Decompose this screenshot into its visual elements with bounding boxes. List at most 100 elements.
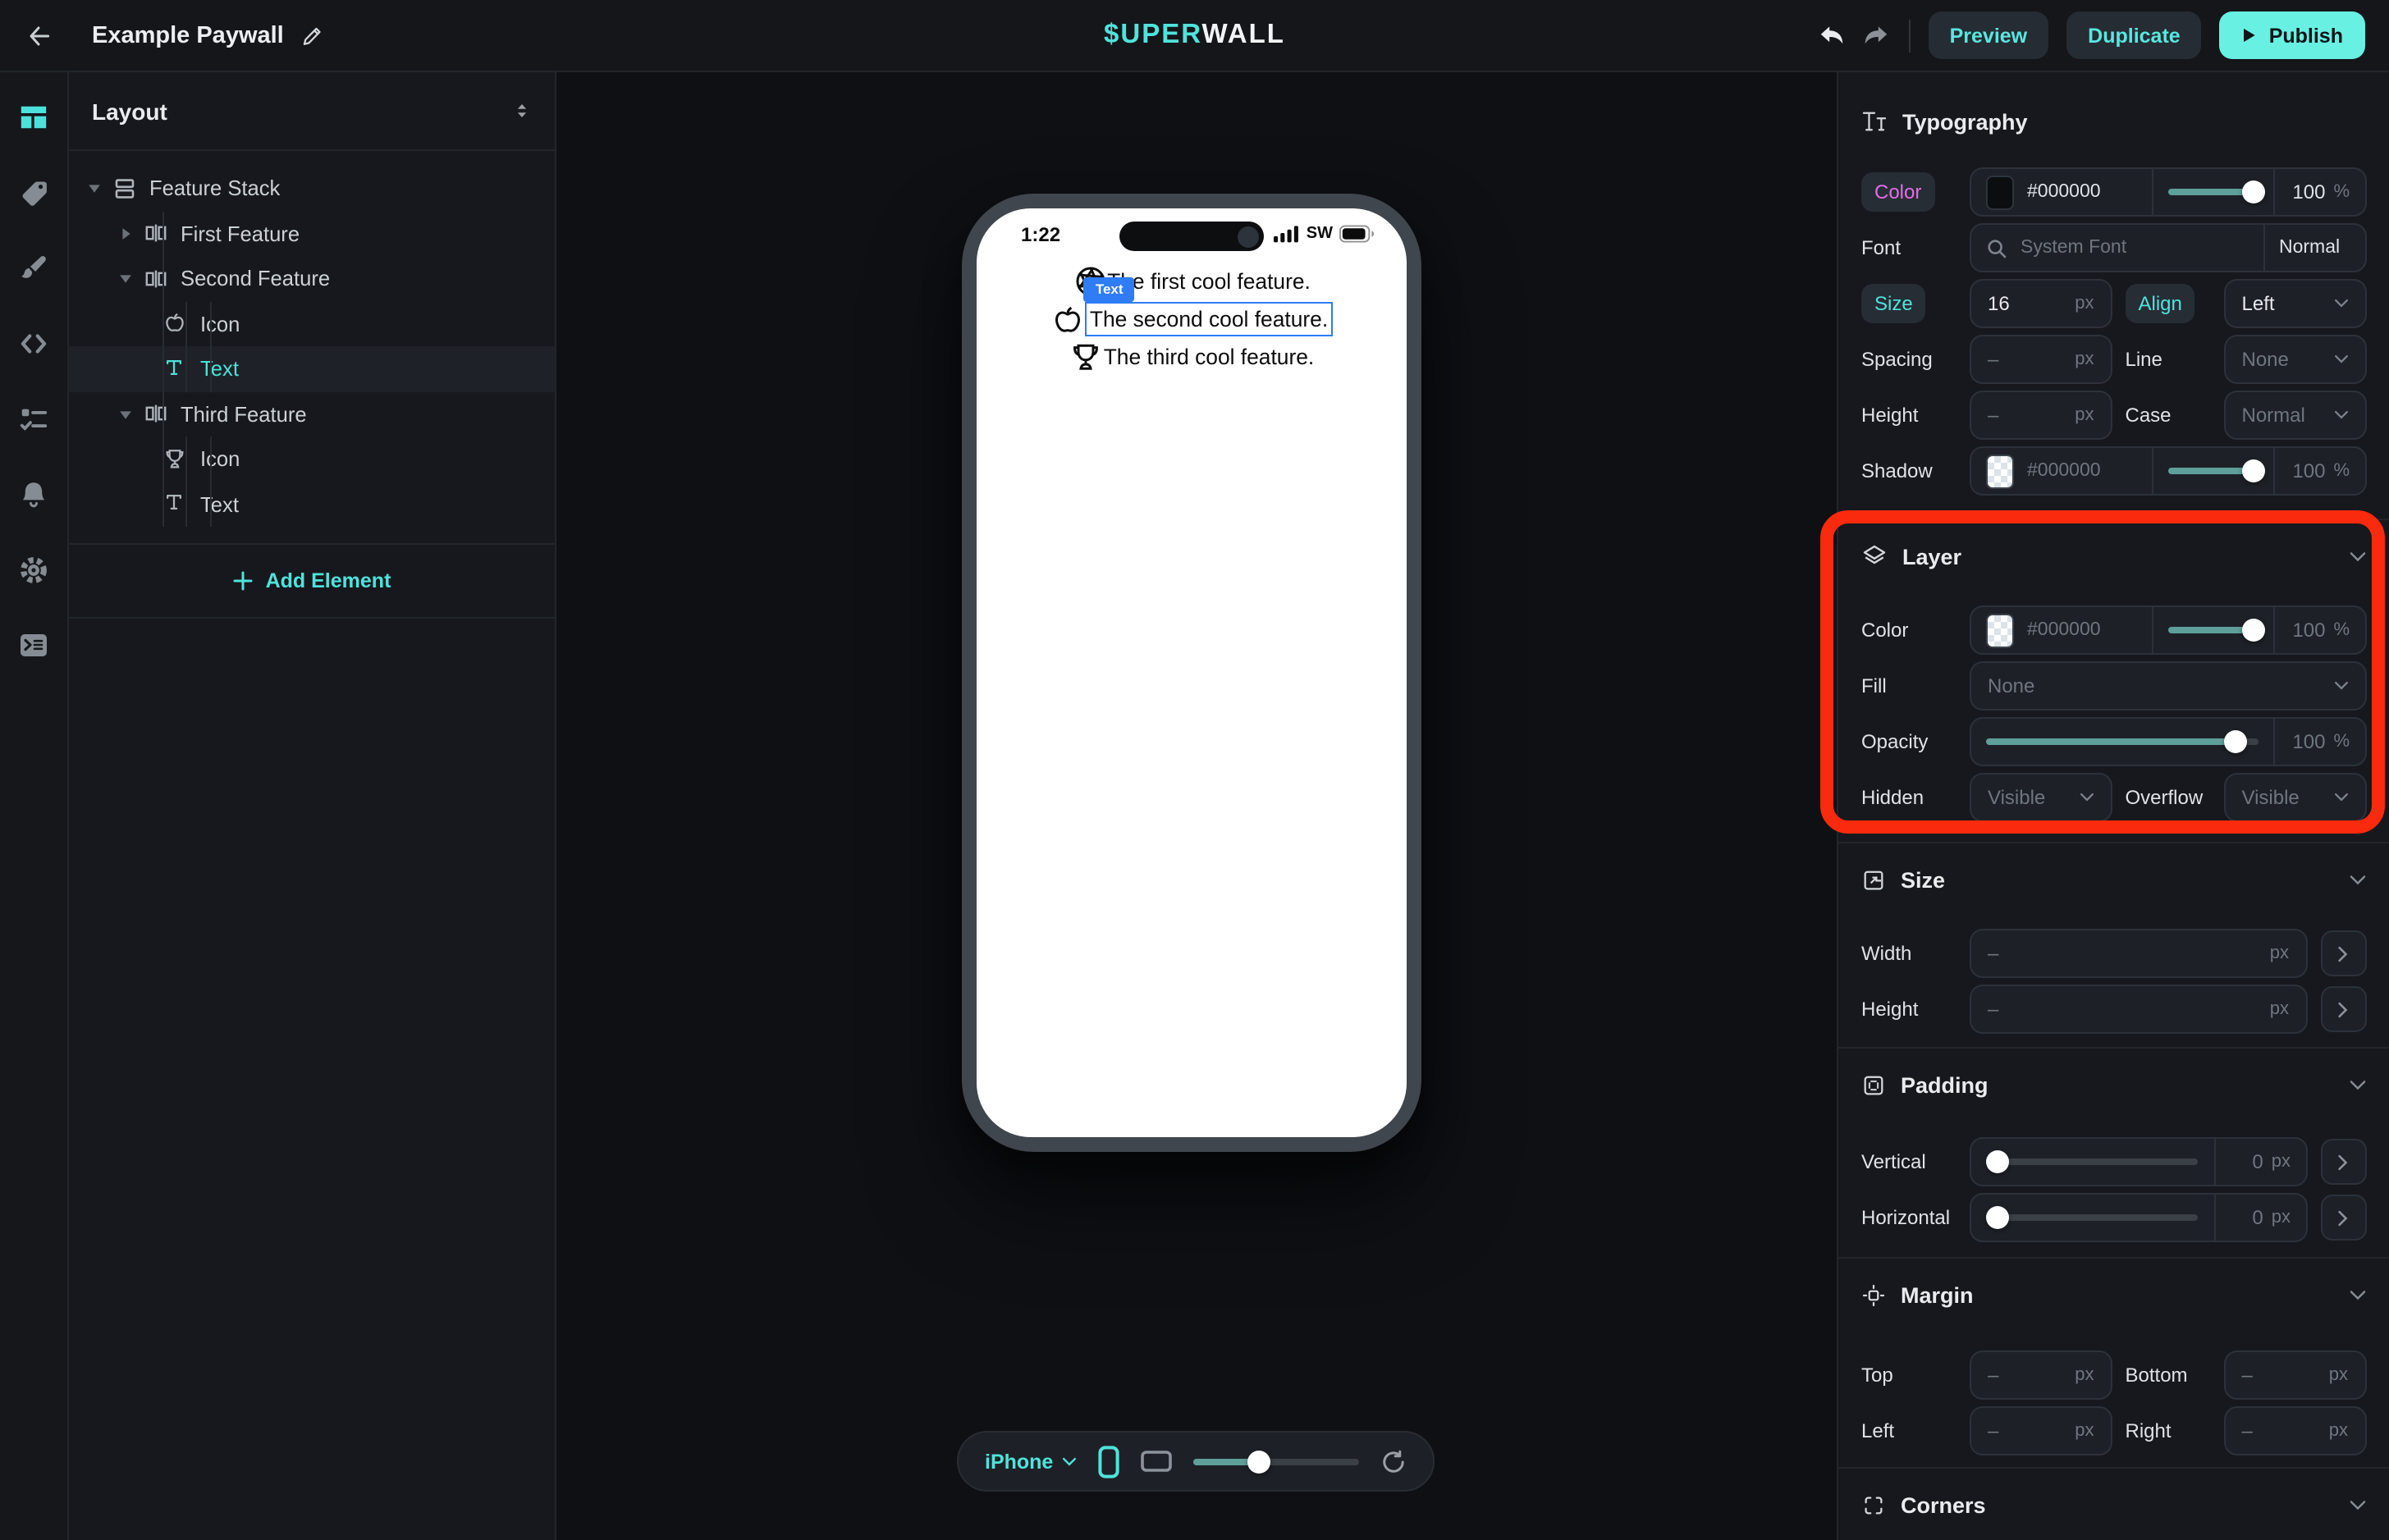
feature-row-1[interactable]: The first cool feature. bbox=[977, 263, 1407, 300]
shadow-swatch[interactable] bbox=[1986, 454, 2014, 488]
color-hex-input[interactable]: #000000 bbox=[1971, 169, 2151, 215]
margin-right-input[interactable]: – px bbox=[2224, 1406, 2367, 1455]
case-select[interactable]: Normal bbox=[2224, 391, 2367, 440]
slider-knob[interactable] bbox=[1987, 1150, 2010, 1173]
spacing-unit: px bbox=[2075, 350, 2094, 369]
line-height-input[interactable]: – px bbox=[1970, 391, 2112, 440]
sidebar-item-checklist[interactable] bbox=[6, 389, 62, 448]
horizontal-padding-options-button[interactable] bbox=[2320, 1195, 2366, 1241]
layer-color-opacity-slider[interactable] bbox=[2151, 607, 2272, 653]
slider-knob[interactable] bbox=[2243, 459, 2266, 482]
sidebar-item-settings[interactable] bbox=[6, 540, 62, 599]
sort-layers-button[interactable] bbox=[512, 100, 532, 121]
device-select[interactable]: iPhone bbox=[985, 1450, 1076, 1473]
horizontal-padding-value[interactable]: 0 px bbox=[2213, 1195, 2305, 1241]
preview-button[interactable]: Preview bbox=[1929, 11, 2049, 59]
indent-guide bbox=[185, 436, 187, 527]
width-input[interactable]: – px bbox=[1970, 929, 2307, 978]
layer-header[interactable]: Layer bbox=[1861, 520, 2366, 592]
padding-header[interactable]: Padding bbox=[1861, 1049, 2366, 1121]
caret-right-icon[interactable] bbox=[117, 226, 133, 241]
width-options-button[interactable] bbox=[2320, 930, 2366, 976]
sidebar-item-terminal[interactable] bbox=[6, 615, 62, 674]
page-title: Example Paywall bbox=[92, 22, 284, 48]
color-property-label[interactable]: Color bbox=[1861, 172, 1934, 212]
sidebar-item-code[interactable] bbox=[6, 313, 62, 372]
opacity-unit: % bbox=[2333, 461, 2350, 481]
vertical-padding-options-button[interactable] bbox=[2320, 1139, 2366, 1185]
tree-item-text[interactable]: Text bbox=[69, 482, 555, 527]
color-opacity-slider[interactable] bbox=[2151, 169, 2272, 215]
color-opacity-value[interactable]: 100 % bbox=[2272, 169, 2364, 215]
shadow-opacity-value[interactable]: 100 % bbox=[2272, 448, 2364, 494]
slider-knob[interactable] bbox=[1987, 1206, 2010, 1229]
corners-header[interactable]: Corners bbox=[1861, 1469, 2366, 1540]
add-element-button[interactable]: Add Element bbox=[69, 545, 555, 619]
align-property-label[interactable]: Align bbox=[2126, 284, 2195, 323]
redo-button[interactable] bbox=[1863, 22, 1891, 48]
opacity-slider[interactable] bbox=[1971, 719, 2272, 765]
tree-item-first-feature[interactable]: First Feature bbox=[69, 211, 555, 256]
margin-header[interactable]: Margin bbox=[1861, 1259, 2366, 1331]
font-weight-select[interactable]: Normal bbox=[2263, 225, 2364, 271]
sidebar-item-tags[interactable] bbox=[6, 162, 62, 222]
layer-color-hex-input[interactable]: #000000 bbox=[1971, 607, 2151, 653]
overflow-select[interactable]: Visible bbox=[2224, 773, 2367, 822]
undo-button[interactable] bbox=[1817, 22, 1845, 48]
layout-panel: Layout Feature Stack First Feature bbox=[69, 72, 556, 1540]
landscape-mode-button[interactable] bbox=[1140, 1451, 1171, 1472]
caret-down-icon[interactable] bbox=[117, 272, 133, 286]
tree-item-icon[interactable]: Icon bbox=[69, 301, 555, 346]
size-header[interactable]: Size bbox=[1861, 843, 2366, 916]
shadow-hex-input[interactable]: #000000 bbox=[1971, 448, 2151, 494]
margin-left-right-row: Left – px Right – px bbox=[1861, 1406, 2366, 1455]
horizontal-padding-slider[interactable] bbox=[1971, 1195, 2213, 1241]
margin-top-input[interactable]: – px bbox=[1970, 1350, 2112, 1400]
tree-item-third-feature[interactable]: Third Feature bbox=[69, 391, 555, 436]
margin-unit: px bbox=[2075, 1365, 2094, 1385]
zoom-slider[interactable] bbox=[1192, 1458, 1359, 1465]
margin-left-input[interactable]: – px bbox=[1970, 1406, 2112, 1455]
hidden-select[interactable]: Visible bbox=[1970, 773, 2112, 822]
font-search-input[interactable]: System Font bbox=[1971, 225, 2263, 271]
tree-item-feature-stack[interactable]: Feature Stack bbox=[69, 166, 555, 211]
feature-row-2[interactable]: Text The second cool feature. bbox=[977, 300, 1407, 338]
slider-knob[interactable] bbox=[2243, 181, 2266, 203]
height-input[interactable]: – px bbox=[1970, 985, 2307, 1034]
vertical-padding-slider[interactable] bbox=[1971, 1139, 2213, 1185]
slider-knob[interactable] bbox=[2225, 730, 2248, 753]
refresh-button[interactable] bbox=[1380, 1448, 1407, 1474]
portrait-mode-button[interactable] bbox=[1097, 1445, 1119, 1478]
vertical-padding-value[interactable]: 0 px bbox=[2213, 1139, 2305, 1185]
tree-item-second-feature[interactable]: Second Feature bbox=[69, 256, 555, 301]
align-select[interactable]: Left bbox=[2224, 279, 2367, 328]
selected-element-outline[interactable]: Text The second cool feature. bbox=[1085, 302, 1333, 336]
shadow-opacity-slider[interactable] bbox=[2151, 448, 2272, 494]
sidebar-item-notifications[interactable] bbox=[6, 464, 62, 523]
feature-row-3[interactable]: The third cool feature. bbox=[977, 338, 1407, 376]
publish-button[interactable]: Publish bbox=[2220, 11, 2364, 59]
opacity-value-box[interactable]: 100 % bbox=[2272, 719, 2364, 765]
zoom-slider-knob[interactable] bbox=[1247, 1450, 1270, 1473]
edit-title-button[interactable] bbox=[300, 24, 323, 47]
sidebar-item-design[interactable] bbox=[6, 238, 62, 297]
tree-item-icon[interactable]: Icon bbox=[69, 436, 555, 482]
height-options-button[interactable] bbox=[2320, 986, 2366, 1032]
font-size-input[interactable]: 16 px bbox=[1970, 279, 2112, 328]
line-select[interactable]: None bbox=[2224, 335, 2367, 384]
layer-color-opacity-value[interactable]: 100 % bbox=[2272, 607, 2364, 653]
margin-bottom-input[interactable]: – px bbox=[2224, 1350, 2367, 1400]
tree-item-text-selected[interactable]: Text bbox=[69, 346, 555, 391]
caret-down-icon[interactable] bbox=[85, 181, 102, 196]
slider-knob[interactable] bbox=[2243, 619, 2266, 642]
layer-color-swatch[interactable] bbox=[1986, 613, 2014, 647]
fill-select[interactable]: None bbox=[1970, 661, 2366, 711]
back-button[interactable] bbox=[26, 22, 53, 48]
duplicate-button[interactable]: Duplicate bbox=[2066, 11, 2202, 59]
size-property-label[interactable]: Size bbox=[1861, 284, 1926, 323]
caret-down-icon[interactable] bbox=[117, 407, 133, 422]
color-swatch[interactable] bbox=[1986, 175, 2014, 209]
tag-icon bbox=[18, 176, 49, 208]
letter-spacing-input[interactable]: – px bbox=[1970, 335, 2112, 384]
sidebar-item-layout[interactable] bbox=[6, 87, 62, 146]
